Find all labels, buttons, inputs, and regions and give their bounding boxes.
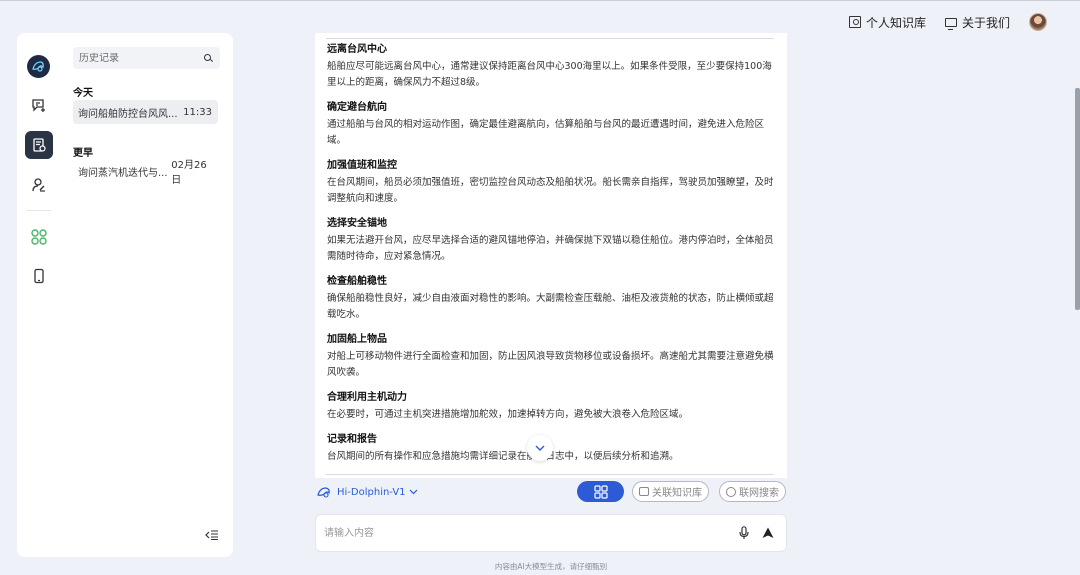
book-icon xyxy=(639,487,649,496)
mobile-phone-icon xyxy=(34,268,44,284)
answer-section: 加强值班和监控 在台风期间，船员必须加强值班，密切监控台风动态及船舶状况。船长需… xyxy=(327,159,777,207)
rail-divider xyxy=(27,210,51,211)
history-item-time: 02月26日 xyxy=(171,160,207,186)
model-name: Hi-Dolphin-V1 xyxy=(337,486,406,498)
chevron-down-icon xyxy=(535,445,545,451)
history-button[interactable] xyxy=(25,131,53,159)
icon-rail xyxy=(17,33,61,557)
section-body: 确保船舶稳性良好，减少自由液面对稳性的影响。大副需检查压载舱、油柜及液货舱的状态… xyxy=(327,293,774,320)
answer-section: 检查船舶稳性 确保船舶稳性良好，减少自由液面对稳性的影响。大副需检查压载舱、油柜… xyxy=(327,275,777,323)
message-composer xyxy=(315,514,787,552)
section-body: 如果无法避开台风，应尽早选择合适的避风锚地停泊，并确保抛下双锚以稳住船位。港内停… xyxy=(327,235,774,262)
web-search-button[interactable]: 联网搜索 xyxy=(719,481,786,502)
about-us-label: 关于我们 xyxy=(962,15,1011,30)
answer-section: 加固船上物品 对船上可移动物件进行全面检查和加固，防止因风浪导致货物移位或设备损… xyxy=(327,333,777,381)
link-knowledge-base-button[interactable]: 关联知识库 xyxy=(632,481,709,502)
microphone-icon[interactable] xyxy=(739,526,749,540)
history-item-time: 11:33 xyxy=(183,106,212,118)
dolphin-logo-icon xyxy=(317,486,330,498)
chat-content: 远离台风中心 船舶应尽可能远离台风中心，通常建议保持距离台风中心300海里以上。… xyxy=(315,33,787,478)
section-heading: 合理利用主机动力 xyxy=(327,392,407,403)
section-body: 对船上可移动物件进行全面检查和加固，防止因风浪导致货物移位或设备损坏。高速船尤其… xyxy=(327,351,774,378)
grid-icon xyxy=(593,484,608,499)
scroll-to-bottom-button[interactable] xyxy=(527,435,553,461)
answer-section: 远离台风中心 船舶应尽可能远离台风中心，通常建议保持距离台风中心300海里以上。… xyxy=(327,43,777,91)
section-body: 在必要时，可通过主机突进措施增加舵效，加速掉转方向，避免被大浪卷入危险区域。 xyxy=(327,409,689,420)
book-icon xyxy=(849,16,861,28)
user-manage-button[interactable] xyxy=(25,171,53,199)
history-item[interactable]: 询问蒸汽机迭代与... 02月26日 xyxy=(73,159,218,186)
new-chat-icon xyxy=(32,99,45,112)
section-body: 船舶应尽可能远离台风中心，通常建议保持距离台风中心300海里以上。如果条件受限，… xyxy=(327,61,772,88)
search-icon[interactable] xyxy=(204,54,211,61)
app-logo[interactable] xyxy=(27,55,50,78)
section-heading: 加强值班和监控 xyxy=(327,160,397,171)
section-body: 在台风期间，船员必须加强值班，密切监控台风动态及船舶状况。船长需亲自指挥，驾驶员… xyxy=(327,177,774,204)
history-item-title: 询问蒸汽机迭代与... xyxy=(78,167,168,179)
apps-grid-icon xyxy=(31,229,47,245)
section-body: 通过船舶与台风的相对运动作图，确定最佳避离航向，估算船舶与台风的最近遭遇时间，避… xyxy=(327,119,765,146)
answer-section: 确定避台航向 通过船舶与台风的相对运动作图，确定最佳避离航向，估算船舶与台风的最… xyxy=(327,101,777,149)
page-scrollbar[interactable] xyxy=(1075,88,1080,310)
left-panel: 今天 询问船舶防控台风风... 11:33 更早 询问蒸汽机迭代与... 02月… xyxy=(17,33,233,557)
personal-knowledge-link[interactable]: 个人知识库 xyxy=(849,13,926,31)
web-search-label: 联网搜索 xyxy=(739,488,779,499)
apps-toggle-button[interactable] xyxy=(577,481,624,502)
section-heading: 选择安全锚地 xyxy=(327,218,387,229)
collapse-sidebar-icon[interactable] xyxy=(205,530,219,540)
send-icon[interactable] xyxy=(762,527,774,539)
link-knowledge-base-label: 关联知识库 xyxy=(652,488,702,499)
about-us-link[interactable]: 关于我们 xyxy=(945,13,1010,31)
history-group-earlier-title: 更早 xyxy=(73,148,93,159)
personal-knowledge-label: 个人知识库 xyxy=(866,15,927,30)
answer-section: 选择安全锚地 如果无法避开台风，应尽早选择合适的避风锚地停泊，并确保抛下双锚以稳… xyxy=(327,217,777,265)
user-avatar[interactable] xyxy=(1029,13,1047,31)
apps-button[interactable] xyxy=(25,223,53,251)
message-input[interactable] xyxy=(324,525,724,541)
user-edit-icon xyxy=(32,178,45,192)
divider xyxy=(326,38,774,39)
section-heading: 远离台风中心 xyxy=(327,44,387,55)
new-chat-button[interactable] xyxy=(25,91,53,119)
history-item[interactable]: 询问船舶防控台风风... 11:33 xyxy=(73,100,218,124)
chevron-down-icon xyxy=(409,489,417,495)
history-group-today-title: 今天 xyxy=(73,88,93,99)
divider xyxy=(326,474,774,475)
ai-disclaimer: 内容由AI大模型生成，请仔细甄别 xyxy=(494,562,608,571)
section-heading: 加固船上物品 xyxy=(327,334,387,345)
history-doc-icon xyxy=(33,138,46,152)
section-heading: 确定避台航向 xyxy=(327,102,387,113)
history-search-input[interactable] xyxy=(79,52,199,64)
globe-icon xyxy=(726,486,736,497)
dolphin-logo-icon xyxy=(32,61,44,72)
mobile-button[interactable] xyxy=(25,262,53,290)
answer-section: 合理利用主机动力 在必要时，可通过主机突进措施增加舵效，加速掉转方向，避免被大浪… xyxy=(327,391,777,423)
history-item-title: 询问船舶防控台风风... xyxy=(78,108,178,120)
section-heading: 检查船舶稳性 xyxy=(327,276,387,287)
monitor-icon xyxy=(945,18,957,30)
model-selector[interactable]: Hi-Dolphin-V1 xyxy=(317,484,418,500)
history-search[interactable] xyxy=(73,47,220,69)
